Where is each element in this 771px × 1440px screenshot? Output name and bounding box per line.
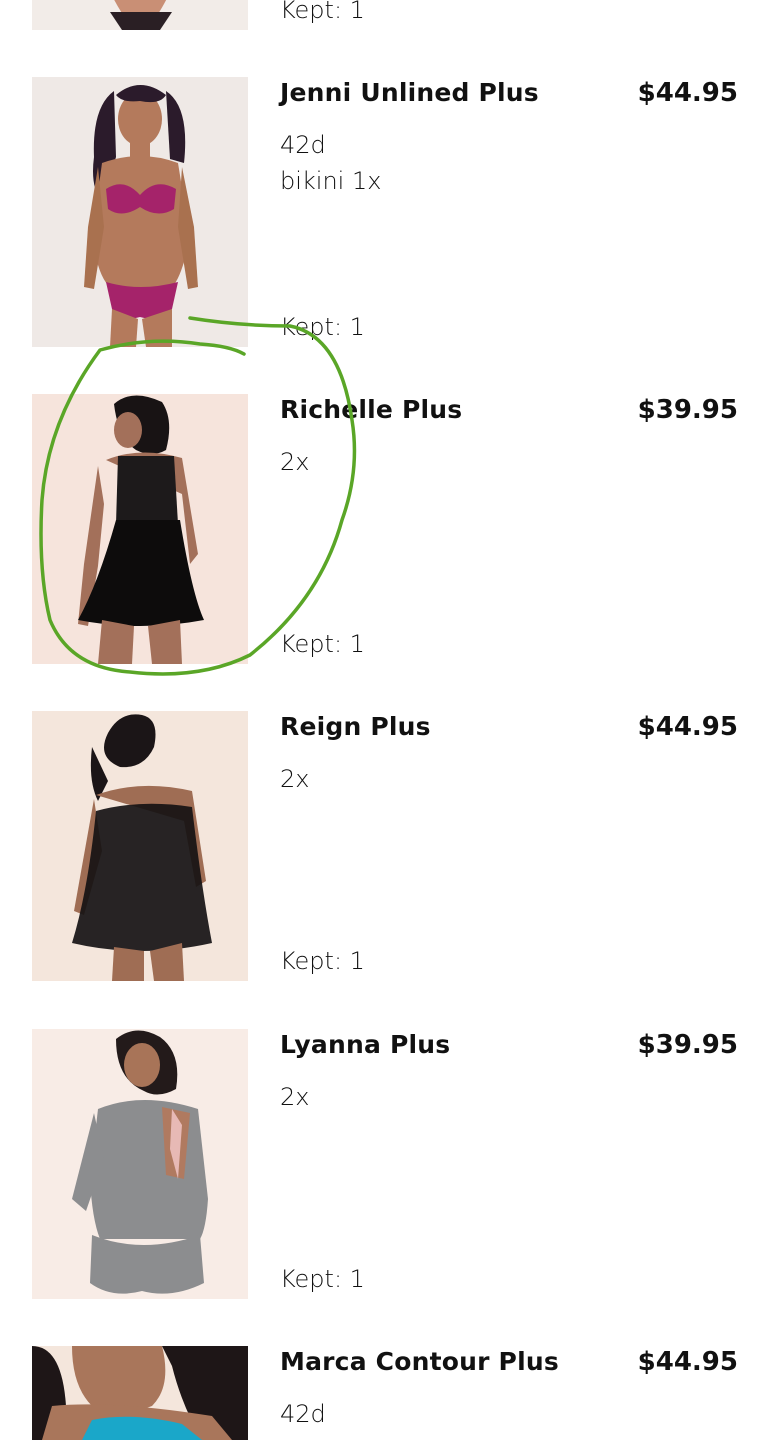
product-variant: 2x xyxy=(280,448,310,476)
product-price: $39.95 xyxy=(637,395,738,425)
product-image[interactable] xyxy=(32,711,248,981)
product-variant: 2x xyxy=(280,765,310,793)
product-name[interactable]: Richelle Plus xyxy=(280,395,462,424)
kept-count: Kept: 1 xyxy=(280,1265,365,1293)
product-name[interactable]: Marca Contour Plus xyxy=(280,1347,559,1376)
product-name[interactable]: Lyanna Plus xyxy=(280,1030,450,1059)
kept-count: Kept: 1 xyxy=(280,947,365,975)
product-image[interactable] xyxy=(32,394,248,664)
product-name[interactable]: Jenni Unlined Plus xyxy=(280,78,539,107)
product-price: $44.95 xyxy=(637,78,738,108)
kept-count: Kept: 1 xyxy=(280,630,365,658)
product-variant: bikini 1x xyxy=(280,167,382,195)
product-image[interactable] xyxy=(32,77,248,347)
product-image[interactable] xyxy=(32,1029,248,1299)
product-price: $39.95 xyxy=(637,1030,738,1060)
kept-count: Kept: 1 xyxy=(280,0,365,24)
product-image[interactable] xyxy=(32,0,248,30)
product-name[interactable]: Reign Plus xyxy=(280,712,431,741)
product-variant: 42d xyxy=(280,1400,326,1428)
product-variant: 42d xyxy=(280,131,326,159)
product-price: $44.95 xyxy=(637,712,738,742)
product-image[interactable] xyxy=(32,1346,248,1440)
product-price: $44.95 xyxy=(637,1347,738,1377)
kept-count: Kept: 1 xyxy=(280,313,365,341)
product-list: Kept: 1 Jenni Unlined Plus $44.95 42d bi… xyxy=(0,0,771,1440)
product-variant: 2x xyxy=(280,1083,310,1111)
